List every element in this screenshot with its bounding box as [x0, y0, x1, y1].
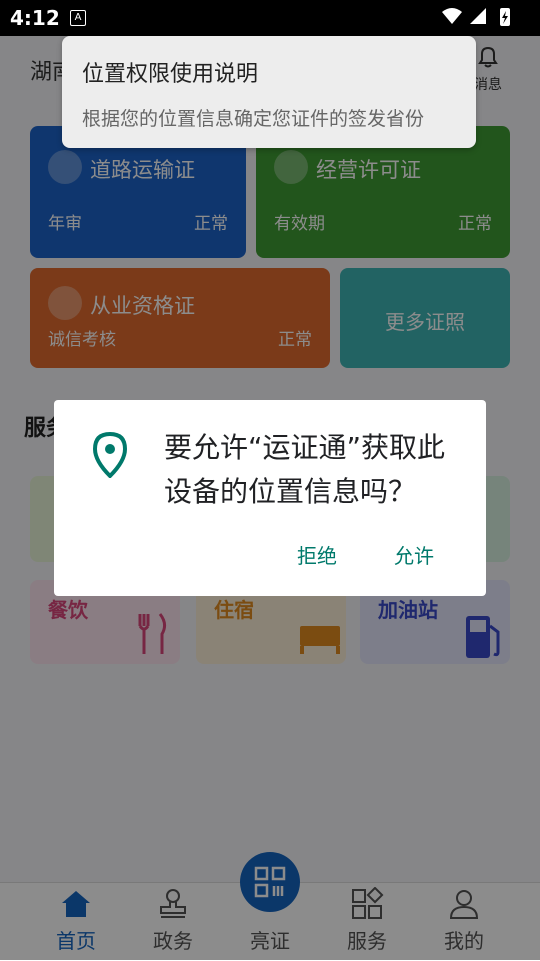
- dialog-message: 要允许“运证通”获取此设备的位置信息吗？: [164, 431, 446, 508]
- deny-button[interactable]: 拒绝: [297, 540, 337, 569]
- permission-explanation: 位置权限使用说明 根据您的位置信息确定您证件的签发省份: [62, 36, 476, 148]
- location-permission-dialog: 要允许“运证通”获取此设备的位置信息吗？ 拒绝 允许: [54, 400, 486, 596]
- allow-button[interactable]: 允许: [394, 540, 434, 569]
- status-time: 4:12: [10, 6, 60, 30]
- location-pin-icon: [92, 432, 128, 478]
- wifi-signal-battery-icon: [442, 8, 510, 26]
- permission-title: 位置权限使用说明: [82, 62, 259, 87]
- notification-icon: A: [70, 10, 86, 26]
- status-bar: 4:12 A: [0, 0, 540, 36]
- permission-description: 根据您的位置信息确定您证件的签发省份: [82, 108, 425, 130]
- status-indicators: [440, 6, 530, 32]
